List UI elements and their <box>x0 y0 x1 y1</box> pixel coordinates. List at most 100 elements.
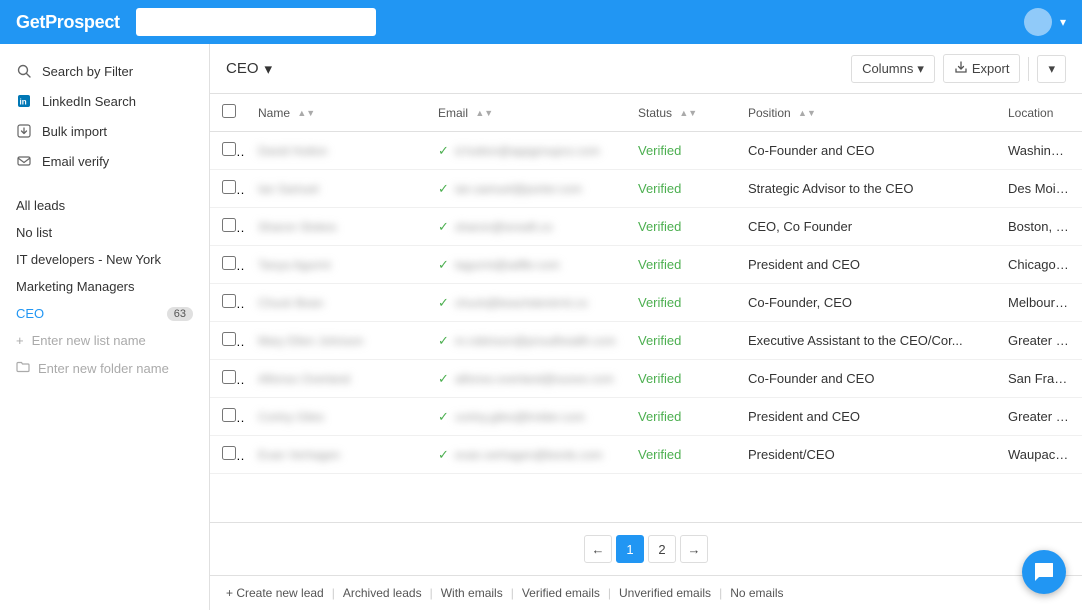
table-row: Alfonso Overland ✓ alfonso.overland@suoo… <box>210 360 1082 398</box>
row-checkbox[interactable] <box>222 256 236 270</box>
leads-table-container: Name ▲▼ Email ▲▼ Status ▲▼ Position <box>210 94 1082 522</box>
prev-page-button[interactable]: ← <box>584 535 612 563</box>
content-footer: + Create new lead | Archived leads | Wit… <box>210 575 1082 610</box>
sidebar-marketing-managers[interactable]: Marketing Managers <box>0 273 209 300</box>
row-location-cell: San Francisco, California <box>996 360 1082 398</box>
page-2-button[interactable]: 2 <box>648 535 676 563</box>
email-cell-wrapper: ✓ m.robinson@proudhealth.com <box>438 333 614 349</box>
new-list-input[interactable] <box>32 333 172 348</box>
email-cell-wrapper: ✓ cortny.giles@lrvlder.com <box>438 409 614 425</box>
email-column-header[interactable]: Email ▲▼ <box>426 94 626 132</box>
lead-name: David Hutton <box>258 144 327 158</box>
list-title[interactable]: CEO ▾ <box>226 60 272 78</box>
export-button[interactable]: Export <box>943 54 1021 83</box>
chat-button[interactable] <box>1022 550 1066 594</box>
email-cell-wrapper: ✓ evan.verhagen@bords.com <box>438 447 614 463</box>
row-email-cell: ✓ d.hutton@appgroupco.com <box>426 132 626 170</box>
row-checkbox-cell <box>210 360 246 398</box>
sidebar-it-developers[interactable]: IT developers - New York <box>0 246 209 273</box>
archived-leads-link[interactable]: Archived leads <box>343 586 422 600</box>
export-icon <box>954 60 968 77</box>
status-badge: Verified <box>638 257 681 272</box>
page-1-button[interactable]: 1 <box>616 535 644 563</box>
app-logo: GetProspect <box>16 12 120 33</box>
table-row: Sharon Stokes ✓ sharon@ixreaft.co Verifi… <box>210 208 1082 246</box>
lead-name: Tanya Agurmi <box>258 258 331 272</box>
next-page-button[interactable]: → <box>680 535 708 563</box>
row-status-cell: Verified <box>626 284 736 322</box>
select-all-checkbox[interactable] <box>222 104 236 118</box>
row-checkbox[interactable] <box>222 332 236 346</box>
topbar-right: ▾ <box>1024 8 1066 36</box>
sidebar-all-leads[interactable]: All leads <box>0 192 209 219</box>
row-checkbox[interactable] <box>222 180 236 194</box>
row-checkbox-cell <box>210 436 246 474</box>
row-checkbox[interactable] <box>222 218 236 232</box>
new-folder-input[interactable] <box>38 361 178 376</box>
status-column-label: Status <box>638 106 672 120</box>
avatar[interactable] <box>1024 8 1052 36</box>
more-options-button[interactable]: ▾ <box>1037 55 1066 83</box>
lead-name: Ian Samuel <box>258 182 319 196</box>
lead-email: sharon@ixreaft.co <box>455 220 553 234</box>
list-title-text: CEO <box>226 60 259 77</box>
row-email-cell: ✓ cortny.giles@lrvlder.com <box>426 398 626 436</box>
email-cell-wrapper: ✓ ian.samuel@porter.com <box>438 181 614 197</box>
table-row: Tanya Agurmi ✓ tagurmi@adfbr.com Verifie… <box>210 246 1082 284</box>
row-checkbox[interactable] <box>222 408 236 422</box>
row-email-cell: ✓ m.robinson@proudhealth.com <box>426 322 626 360</box>
lead-email: ian.samuel@porter.com <box>455 182 582 196</box>
lead-email: cortny.giles@lrvlder.com <box>455 410 585 424</box>
sidebar-add-list[interactable]: + <box>0 327 209 354</box>
row-name-cell: Ian Samuel <box>246 170 426 208</box>
sidebar-no-list[interactable]: No list <box>0 219 209 246</box>
sidebar-item-email-verify[interactable]: Email verify <box>0 146 209 176</box>
status-badge: Verified <box>638 295 681 310</box>
location-column-header[interactable]: Location <box>996 94 1082 132</box>
content-area: CEO ▾ Columns ▾ Export ▾ <box>210 44 1082 610</box>
row-name-cell: Chuck Bean <box>246 284 426 322</box>
status-column-header[interactable]: Status ▲▼ <box>626 94 736 132</box>
row-status-cell: Verified <box>626 132 736 170</box>
name-column-header[interactable]: Name ▲▼ <box>246 94 426 132</box>
import-icon <box>16 123 32 139</box>
sidebar-item-label: Bulk import <box>42 124 107 139</box>
sidebar-item-search-filter[interactable]: Search by Filter <box>0 56 209 86</box>
email-sort-icon: ▲▼ <box>475 109 493 118</box>
position-column-header[interactable]: Position ▲▼ <box>736 94 996 132</box>
topbar: GetProspect ▾ <box>0 0 1082 44</box>
unverified-emails-link[interactable]: Unverified emails <box>619 586 711 600</box>
with-emails-link[interactable]: With emails <box>441 586 503 600</box>
email-verified-icon: ✓ <box>438 409 449 425</box>
sidebar-item-linkedin[interactable]: in LinkedIn Search <box>0 86 209 116</box>
email-cell-wrapper: ✓ chuck@beachdentrmt.co <box>438 295 614 311</box>
sidebar-item-bulk-import[interactable]: Bulk import <box>0 116 209 146</box>
row-checkbox[interactable] <box>222 142 236 156</box>
sidebar-item-label: Email verify <box>42 154 109 169</box>
row-checkbox[interactable] <box>222 370 236 384</box>
avatar-chevron-icon[interactable]: ▾ <box>1060 15 1066 29</box>
sidebar-add-folder[interactable] <box>0 354 209 383</box>
search-container <box>136 8 376 36</box>
columns-button[interactable]: Columns ▾ <box>851 55 935 83</box>
row-location-cell: Waupaca, Wisconsin <box>996 436 1082 474</box>
row-checkbox[interactable] <box>222 294 236 308</box>
row-name-cell: David Hutton <box>246 132 426 170</box>
row-checkbox[interactable] <box>222 446 236 460</box>
row-position-cell: Co-Founder, CEO <box>736 284 996 322</box>
export-label: Export <box>972 61 1010 76</box>
global-search-input[interactable] <box>136 8 376 36</box>
row-position-cell: Strategic Advisor to the CEO <box>736 170 996 208</box>
sidebar-ceo[interactable]: CEO 63 <box>0 300 209 327</box>
row-location-cell: Des Moines, Iowa Area <box>996 170 1082 208</box>
row-status-cell: Verified <box>626 208 736 246</box>
create-lead-button[interactable]: + Create new lead <box>226 586 324 600</box>
verified-emails-link[interactable]: Verified emails <box>522 586 600 600</box>
table-row: Evan Verhagen ✓ evan.verhagen@bords.com … <box>210 436 1082 474</box>
no-emails-link[interactable]: No emails <box>730 586 783 600</box>
row-status-cell: Verified <box>626 398 736 436</box>
name-column-label: Name <box>258 106 290 120</box>
sidebar-item-label: Search by Filter <box>42 64 133 79</box>
row-location-cell: Washington D.C. Metro Area <box>996 132 1082 170</box>
row-status-cell: Verified <box>626 436 736 474</box>
